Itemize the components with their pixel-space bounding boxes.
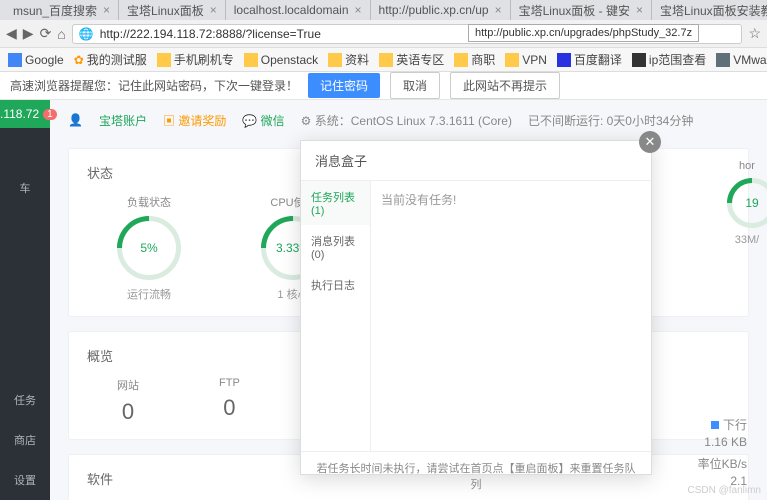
ftp-count: 0: [223, 395, 235, 421]
password-save-bar: 高速浏览器提醒您：记住此网站密码，下次一键登录！ 记住密码 取消 此网站不再提示: [0, 72, 767, 100]
modal-tab-msgs[interactable]: 消息列表(0): [301, 225, 370, 269]
home-icon[interactable]: ⌂: [57, 26, 65, 42]
close-icon[interactable]: ×: [210, 3, 217, 17]
sidebar-ip[interactable]: 1.118.721: [0, 100, 50, 128]
down-value: 1.16 KB: [704, 435, 747, 449]
bookmark-biz[interactable]: 商职: [454, 51, 495, 68]
overview-ftp[interactable]: FTP 0: [219, 377, 240, 425]
overview-site[interactable]: 网站 0: [117, 377, 139, 425]
tab-2[interactable]: localhost.localdomain×: [226, 0, 371, 20]
traffic-widget: 下行 1.16 KB 率位KB/s 2.1: [698, 416, 747, 488]
load-sub: 运行流畅: [127, 286, 171, 302]
bookmark-test[interactable]: ✿我的测试服: [74, 51, 147, 68]
tab-1[interactable]: 宝塔Linux面板×: [119, 0, 226, 20]
watermark: CSDN @fanlimn: [687, 485, 761, 496]
bookmark-openstack[interactable]: Openstack: [244, 53, 318, 67]
modal-sidebar: 任务列表(1) 消息列表(0) 执行日志: [301, 181, 371, 451]
bookmark-baidu[interactable]: 百度翻译: [557, 51, 622, 68]
site-label: 网站: [117, 377, 139, 393]
load-label: 负载状态: [127, 194, 171, 210]
modal-content: 当前没有任务!: [371, 181, 651, 451]
star-icon[interactable]: ☆: [748, 25, 761, 42]
forward-icon[interactable]: ▶: [23, 25, 34, 42]
modal-footer: 若任务长时间未执行，请尝试在首页点【重启面板】来重置任务队列: [301, 451, 651, 500]
wechat-icon: 💬: [242, 114, 257, 128]
message-box-modal: ✕ 消息盒子 任务列表(1) 消息列表(0) 执行日志 当前没有任务! 若任务长…: [300, 140, 652, 475]
globe-icon: 🌐: [79, 27, 94, 41]
ftp-label: FTP: [219, 377, 240, 389]
close-icon[interactable]: ×: [103, 3, 110, 17]
back-icon[interactable]: ◀: [6, 25, 17, 42]
pw-msg: 高速浏览器提醒您：记住此网站密码，下次一键登录！: [10, 77, 298, 94]
uptime: 已不间断运行: 0天0小时34分钟: [528, 112, 693, 129]
site-count: 0: [122, 399, 134, 425]
sidebar-item-settings[interactable]: 设置: [0, 460, 50, 500]
save-password-button[interactable]: 记住密码: [308, 73, 380, 98]
close-icon[interactable]: ×: [355, 3, 362, 17]
bookmark-phone[interactable]: 手机刷机专: [157, 51, 234, 68]
sidebar-item-store[interactable]: 商店: [0, 420, 50, 460]
bookmark-vpn[interactable]: VPN: [505, 53, 547, 67]
tab-5[interactable]: 宝塔Linux面板安装教程×: [652, 0, 767, 20]
close-icon[interactable]: ×: [636, 3, 643, 17]
gear-icon: ⚙: [301, 114, 312, 128]
sys-info: ⚙ 系统：CentOS Linux 7.3.1611 (Core): [301, 112, 512, 129]
close-modal-button[interactable]: ✕: [639, 131, 661, 153]
account-link[interactable]: 宝塔账户: [99, 112, 147, 129]
bookmark-vmware[interactable]: VMware vSp: [716, 53, 767, 67]
sidebar: 1.118.721 车 任务 商店 设置: [0, 100, 50, 500]
bookmark-ip[interactable]: ip范围查看: [632, 51, 706, 68]
never-button[interactable]: 此网站不再提示: [450, 72, 560, 99]
empty-msg: 当前没有任务!: [381, 193, 456, 207]
sidebar-item-0[interactable]: [0, 128, 50, 168]
user-icon: 👤: [68, 113, 83, 127]
tab-3[interactable]: http://public.xp.cn/up×: [371, 0, 511, 20]
modal-tab-tasks[interactable]: 任务列表(1): [301, 181, 370, 225]
bookmark-google[interactable]: Google: [8, 53, 64, 67]
modal-title: 消息盒子: [301, 141, 651, 181]
tab-0[interactable]: msun_百度搜索×: [5, 0, 119, 20]
wechat-link[interactable]: 💬 微信: [242, 112, 284, 129]
tab-4[interactable]: 宝塔Linux面板 - 键安×: [511, 0, 652, 20]
mem-stat-partial: hor 19 33M/: [727, 160, 767, 246]
url-text: http://222.194.118.72:8888/?license=True: [100, 27, 321, 41]
top-info: 👤 宝塔账户 ▣ 邀请奖励 💬 微信 ⚙ 系统：CentOS Linux 7.3…: [68, 106, 749, 134]
sidebar-item-tasks[interactable]: 任务: [0, 380, 50, 420]
bookmark-data[interactable]: 资料: [328, 51, 369, 68]
modal-tab-logs[interactable]: 执行日志: [301, 269, 370, 301]
invite-link[interactable]: ▣ 邀请奖励: [163, 112, 226, 129]
browser-tabs: msun_百度搜索× 宝塔Linux面板× localhost.localdom…: [0, 0, 767, 20]
down-dot-icon: [711, 421, 719, 429]
bookmarks-bar: Google ✿我的测试服 手机刷机专 Openstack 资料 英语专区 商职…: [0, 48, 767, 72]
sidebar-item-2[interactable]: [0, 208, 50, 248]
load-stat: 负载状态 5% 运行流畅: [117, 194, 181, 302]
close-icon[interactable]: ×: [495, 3, 502, 17]
bookmark-english[interactable]: 英语专区: [379, 51, 444, 68]
url-tooltip: http://public.xp.cn/upgrades/phpStudy_32…: [468, 24, 699, 42]
cancel-button[interactable]: 取消: [390, 72, 440, 99]
sidebar-item-1[interactable]: 车: [0, 168, 50, 208]
load-ring: 5%: [117, 216, 181, 280]
reload-icon[interactable]: ⟳: [40, 25, 52, 42]
